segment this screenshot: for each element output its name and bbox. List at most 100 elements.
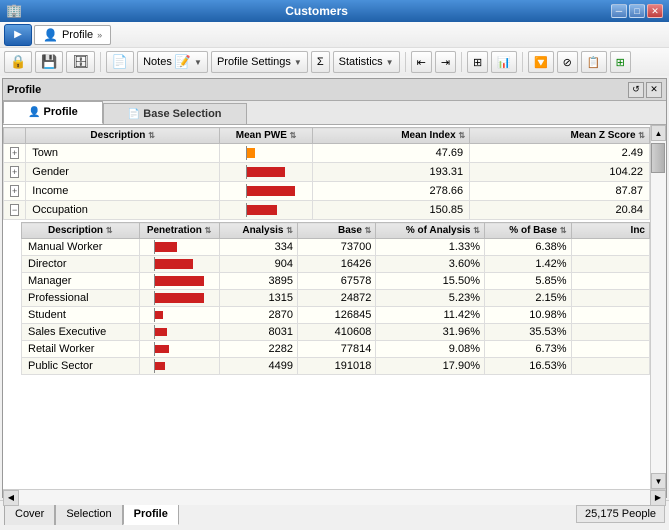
penetration-header[interactable]: Penetration ⇅ <box>139 223 219 239</box>
tab-base-selection[interactable]: 📄 Base Selection <box>103 103 247 124</box>
pct-base-4: 10.98% <box>484 307 571 324</box>
pct-analysis-2: 15.50% <box>376 273 485 290</box>
bar-container-gender <box>226 165 306 179</box>
maximize-button[interactable]: □ <box>629 4 645 18</box>
filter2-button[interactable]: ⊘ <box>557 51 578 73</box>
doc-button[interactable]: 📄 <box>106 51 134 73</box>
desc-header[interactable]: Description ⇅ <box>26 128 220 144</box>
scroll-left-button[interactable]: ◀ <box>3 490 19 506</box>
play-button[interactable]: ▶ <box>4 24 32 46</box>
scroll-right-button[interactable]: ▶ <box>650 490 666 506</box>
filter-button[interactable]: 🔽 <box>528 51 554 73</box>
lock-icon: 🔒 <box>10 54 26 70</box>
minimize-button[interactable]: ─ <box>611 4 627 18</box>
analysis-3: 1315 <box>219 290 297 307</box>
table-area: Description ⇅ Mean PWE ⇅ Mean Index ⇅ Me… <box>3 125 650 489</box>
sigma-button[interactable]: Σ <box>311 51 330 73</box>
panel-title: Profile <box>7 84 41 96</box>
plus-icon[interactable]: + <box>10 185 19 197</box>
title-bar-left: 🏢 <box>6 3 22 19</box>
excel-button[interactable]: ⊞ <box>610 51 631 73</box>
title-bar-controls: ─ □ ✕ <box>611 4 663 18</box>
mean-index-gender: 193.31 <box>313 163 470 182</box>
plus-icon[interactable]: + <box>10 166 19 178</box>
lock-button[interactable]: 🔒 <box>4 51 32 73</box>
pct-analysis-header[interactable]: % of Analysis ⇅ <box>376 223 485 239</box>
pct-base-header[interactable]: % of Base ⇅ <box>484 223 571 239</box>
mean-z-gender: 104.22 <box>470 163 650 182</box>
expand-income[interactable]: + <box>4 182 26 201</box>
profile-tab-pill[interactable]: 👤 Profile » <box>34 25 111 45</box>
tab-profile[interactable]: 👤 Profile <box>3 101 103 124</box>
penetration-bar-3 <box>139 290 219 307</box>
indent-right-button[interactable]: ⇥ <box>435 51 456 73</box>
status-tab-profile[interactable]: Profile <box>123 503 179 525</box>
bar-line-7 <box>154 359 155 373</box>
panel-close-button[interactable]: ✕ <box>646 82 662 98</box>
status-tab-selection[interactable]: Selection <box>55 503 122 525</box>
chart-button[interactable]: 📊 <box>491 51 517 73</box>
scroll-down-button[interactable]: ▼ <box>651 473 666 489</box>
sort-icon-pct-base: ⇅ <box>560 226 567 235</box>
expand-town[interactable]: + <box>4 144 26 163</box>
penetration-bar-7 <box>139 358 219 375</box>
vertical-scrollbar[interactable]: ▲ ▼ <box>650 125 666 489</box>
mean-z-header[interactable]: Mean Z Score ⇅ <box>470 128 650 144</box>
grid-button[interactable]: ⊞ <box>467 51 488 73</box>
table-row: Student 2870 126845 11.42% 10.98% <box>22 307 650 324</box>
sort-icon-penetration: ⇅ <box>205 226 212 235</box>
db-button[interactable]: 🗄 <box>66 51 95 73</box>
mean-pwe-header[interactable]: Mean PWE ⇅ <box>220 128 313 144</box>
base-6: 77814 <box>297 341 375 358</box>
desc-income: Income <box>26 182 220 201</box>
analysis-7: 4499 <box>219 358 297 375</box>
separator1 <box>100 52 101 72</box>
db-icon: 🗄 <box>72 54 89 70</box>
table-row: + Gender 193.31 104.22 <box>4 163 650 182</box>
status-tab-cover[interactable]: Cover <box>4 503 55 525</box>
scroll-thumb[interactable] <box>651 143 665 173</box>
table-row: Manager 3895 67578 15.50% 5.85% <box>22 273 650 290</box>
panel-refresh-button[interactable]: ↺ <box>628 82 644 98</box>
save-button[interactable]: 💾 <box>35 51 63 73</box>
close-button[interactable]: ✕ <box>647 4 663 18</box>
red-bar-4 <box>155 311 163 319</box>
profile-settings-button[interactable]: Profile Settings ▼ <box>211 51 308 73</box>
pct-analysis-6: 9.08% <box>376 341 485 358</box>
plus-icon[interactable]: + <box>10 147 19 159</box>
red-bar-gender <box>247 167 285 177</box>
profile-settings-label: Profile Settings <box>217 56 291 68</box>
scroll-up-button[interactable]: ▲ <box>651 125 666 141</box>
mean-index-income: 278.66 <box>313 182 470 201</box>
bar-container-5 <box>144 325 204 339</box>
indent-left-button[interactable]: ⇤ <box>411 51 432 73</box>
table-row: Director 904 16426 3.60% 1.42% <box>22 256 650 273</box>
mean-index-header[interactable]: Mean Index ⇅ <box>313 128 470 144</box>
base-header[interactable]: Base ⇅ <box>297 223 375 239</box>
bar-container-occupation <box>226 203 306 217</box>
sort-icon-desc: ⇅ <box>148 131 155 140</box>
summary-table: Description ⇅ Mean PWE ⇅ Mean Index ⇅ Me… <box>3 127 650 220</box>
detail-desc-header[interactable]: Description ⇅ <box>22 223 140 239</box>
analysis-header[interactable]: Analysis ⇅ <box>219 223 297 239</box>
pct-analysis-5: 31.96% <box>376 324 485 341</box>
red-bar-occupation <box>247 205 277 215</box>
horizontal-scrollbar[interactable]: ◀ ▶ <box>3 489 666 505</box>
export-button[interactable]: 📋 <box>581 51 607 73</box>
expand-occupation[interactable]: − <box>4 201 26 220</box>
notes-button[interactable]: Notes 📝 ▼ <box>137 51 208 73</box>
pct-base-2: 5.85% <box>484 273 571 290</box>
inc-4 <box>571 307 649 324</box>
inc-header[interactable]: Inc <box>571 223 649 239</box>
main-panel: Profile ↺ ✕ 👤 Profile 📄 Base Selection D… <box>2 78 667 498</box>
desc-town: Town <box>26 144 220 163</box>
statistics-button[interactable]: Statistics ▼ <box>333 51 400 73</box>
minus-icon[interactable]: − <box>10 204 19 216</box>
pct-analysis-0: 1.33% <box>376 239 485 256</box>
pct-analysis-7: 17.90% <box>376 358 485 375</box>
selection-label: Selection <box>66 508 111 520</box>
expand-gender[interactable]: + <box>4 163 26 182</box>
desc-occupation: Occupation <box>26 201 220 220</box>
table-row: Public Sector 4499 191018 17.90% 16.53% <box>22 358 650 375</box>
pct-analysis-3: 5.23% <box>376 290 485 307</box>
